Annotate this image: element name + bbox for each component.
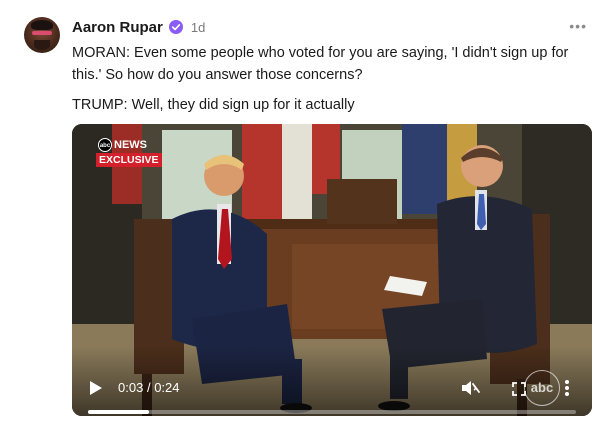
- avatar[interactable]: [24, 17, 60, 53]
- time-separator: /: [146, 380, 151, 395]
- post-paragraph: TRUMP: Well, they did sign up for it act…: [72, 97, 355, 113]
- avatar-hair: [31, 20, 53, 30]
- verified-badge-icon: [168, 20, 183, 34]
- time-readout: 0:03 / 0:24: [118, 379, 180, 397]
- more-options-button[interactable]: •••: [569, 19, 587, 33]
- progress-fill: [88, 410, 149, 414]
- avatar-beard: [34, 40, 50, 50]
- progress-bar[interactable]: [88, 410, 576, 414]
- exclusive-label: EXCLUSIVE: [96, 153, 162, 167]
- abc-news-exclusive-badge: abc NEWS EXCLUSIVE: [96, 138, 162, 167]
- current-time: 0:03: [118, 380, 144, 395]
- duration: 0:24: [154, 380, 180, 395]
- ellipsis-icon: •••: [569, 18, 587, 34]
- abc-watermark: abc: [524, 370, 560, 406]
- avatar-glasses: [32, 31, 52, 35]
- abc-logo-icon: abc: [98, 138, 112, 152]
- social-post: Aaron Rupar 1d ••• MORAN: Even some peop…: [0, 0, 605, 423]
- author-name[interactable]: Aaron Rupar: [72, 19, 163, 36]
- network-label: abc NEWS: [96, 138, 162, 152]
- post-body: MORAN: Even some people who voted for yo…: [72, 42, 592, 116]
- video-player[interactable]: abc NEWS EXCLUSIVE 0:03 / 0:24 abc: [72, 124, 592, 416]
- vertical-ellipsis-icon[interactable]: [562, 379, 572, 397]
- play-icon[interactable]: [86, 379, 104, 397]
- post-timestamp[interactable]: 1d: [191, 20, 205, 35]
- video-controls: 0:03 / 0:24 abc: [72, 346, 592, 416]
- post-paragraph: MORAN: Even some people who voted for yo…: [72, 45, 569, 83]
- muted-speaker-icon[interactable]: [460, 379, 480, 397]
- post-header: Aaron Rupar 1d: [72, 16, 205, 38]
- network-name: NEWS: [114, 139, 147, 151]
